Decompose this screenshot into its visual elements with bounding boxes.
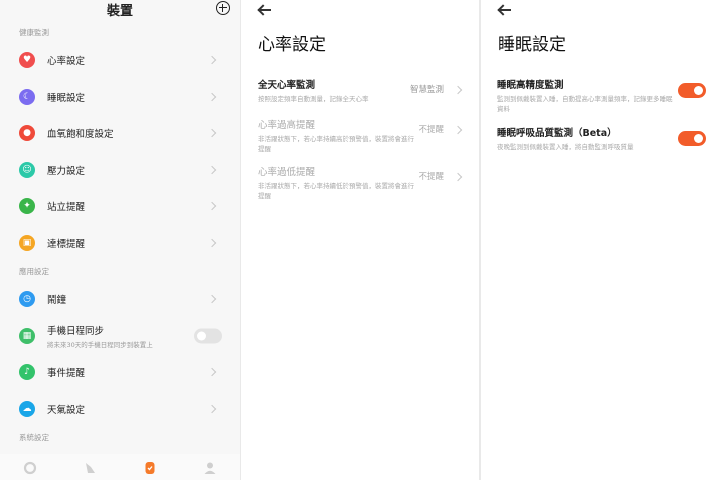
heart-rate-settings-screen: 心率設定 全天心率監測 按照設定頻率自動測量，記錄全天心率 智慧監測 心率過高提… — [241, 0, 479, 480]
section-label-health: 健康監測 — [19, 28, 49, 37]
row-all-day-heart-rate[interactable]: 全天心率監測 按照設定頻率自動測量，記錄全天心率 智慧監測 — [258, 77, 463, 104]
menu-item-alarm[interactable]: ◷ 鬧鐘 — [0, 281, 240, 318]
bell-icon: ♪ — [19, 364, 35, 381]
row-low-heart-rate-alert[interactable]: 心率過低提醒 非活躍狀態下，若心率持續低於預警值，裝置將會進行提醒 不提醒 — [258, 164, 463, 201]
goal-icon: ▣ — [19, 234, 35, 251]
chevron-right-icon — [207, 165, 217, 174]
device-screen: 裝置 健康監測 ♥ 心率設定 ☾ 睡眠設定 ● 血氧飽和度設定 ☺ 壓力設定 ✦… — [0, 0, 240, 480]
sleep-settings-screen: 睡眠設定 睡眠高精度監測 監測到佩戴裝置入睡，自動提高心率測量頻率，記錄更多睡眠… — [481, 0, 720, 480]
row-description: 監測到佩戴裝置入睡，自動提高心率測量頻率，記錄更多睡眠資料 — [497, 95, 673, 113]
menu-item-stand-reminder[interactable]: ✦ 站立提醒 — [0, 188, 240, 225]
row-sleep-breathing-quality: 睡眠呼吸品質監測（Beta） 夜晚監測到佩戴裝置入睡，將自動監測呼吸質量 — [497, 125, 706, 152]
row-label: 睡眠高精度監測 — [497, 80, 564, 91]
bottom-nav — [0, 454, 240, 480]
menu-item-label: 事件提醒 — [47, 368, 86, 380]
moon-icon: ☾ — [19, 88, 35, 105]
menu-item-label: 心率設定 — [47, 56, 86, 68]
menu-item-label: 天氣設定 — [47, 404, 86, 416]
add-device-button[interactable] — [216, 1, 230, 15]
menu-item-weather[interactable]: ☁ 天氣設定 — [0, 391, 240, 428]
nav-device-icon[interactable] — [143, 460, 157, 474]
menu-item-event-reminder[interactable]: ♪ 事件提醒 — [0, 354, 240, 391]
smile-icon: ☺ — [19, 161, 35, 178]
weather-icon: ☁ — [19, 400, 35, 417]
sleep-high-accuracy-toggle[interactable] — [678, 83, 706, 98]
chevron-right-icon — [207, 368, 217, 377]
alarm-icon: ◷ — [19, 291, 35, 308]
row-label: 睡眠呼吸品質監測（Beta） — [497, 128, 617, 139]
menu-item-label: 站立提醒 — [47, 202, 86, 214]
chevron-right-icon — [207, 92, 217, 101]
heart-icon: ♥ — [19, 52, 35, 69]
nav-workout-icon[interactable] — [83, 460, 97, 474]
nav-profile-icon[interactable] — [203, 460, 217, 474]
row-description: 非活躍狀態下，若心率持續高於預警值，裝置將會進行提醒 — [258, 135, 414, 153]
calendar-icon: ▦ — [19, 327, 35, 344]
menu-item-label: 達標提醒 — [47, 238, 86, 250]
chevron-right-icon — [207, 129, 217, 138]
menu-item-label: 血氧飽和度設定 — [47, 129, 114, 141]
menu-item-heart-rate[interactable]: ♥ 心率設定 — [0, 42, 240, 79]
nav-status-icon[interactable] — [23, 460, 37, 475]
calendar-sync-toggle[interactable] — [194, 328, 222, 344]
menu-item-label: 睡眠設定 — [47, 92, 86, 104]
chevron-right-icon — [207, 238, 217, 247]
row-value: 智慧監測 — [409, 85, 444, 95]
menu-item-label: 鬧鐘 — [47, 295, 67, 307]
menu-item-spo2[interactable]: ● 血氧飽和度設定 — [0, 115, 240, 152]
row-high-heart-rate-alert[interactable]: 心率過高提醒 非活躍狀態下，若心率持續高於預警值，裝置將會進行提醒 不提醒 — [258, 117, 463, 154]
chevron-right-icon — [207, 404, 217, 413]
back-arrow-icon[interactable] — [258, 9, 271, 11]
row-description: 非活躍狀態下，若心率持續低於預警值，裝置將會進行提醒 — [258, 182, 414, 200]
row-description: 按照設定頻率自動測量，記錄全天心率 — [258, 95, 369, 103]
row-value: 不提醒 — [418, 172, 444, 182]
person-standing-icon: ✦ — [19, 198, 35, 215]
row-value: 不提醒 — [418, 125, 444, 135]
section-label-system: 系統設定 — [19, 433, 49, 442]
back-arrow-icon[interactable] — [498, 9, 511, 11]
menu-item-sleep[interactable]: ☾ 睡眠設定 — [0, 79, 240, 116]
chevron-right-icon — [207, 56, 217, 65]
section-label-apps: 應用設定 — [19, 267, 49, 276]
menu-item-label: 手機日程同步 — [47, 325, 105, 337]
menu-item-label: 壓力設定 — [47, 165, 86, 177]
blood-drop-icon: ● — [19, 125, 35, 142]
chevron-right-icon — [207, 202, 217, 211]
row-description: 夜晚監測到佩戴裝置入睡，將自動監測呼吸質量 — [497, 143, 634, 151]
row-sleep-high-accuracy: 睡眠高精度監測 監測到佩戴裝置入睡，自動提高心率測量頻率，記錄更多睡眠資料 — [497, 77, 706, 114]
menu-item-calendar-sync: ▦ 手機日程同步 將未來30天的手機日程同步到裝置上 — [0, 318, 240, 355]
menu-item-goal-reminder[interactable]: ▣ 達標提醒 — [0, 225, 240, 262]
menu-item-description: 將未來30天的手機日程同步到裝置上 — [47, 340, 153, 349]
page-title: 心率設定 — [258, 35, 326, 55]
page-title: 裝置 — [106, 4, 133, 19]
menu-item-stress[interactable]: ☺ 壓力設定 — [0, 152, 240, 189]
chevron-right-icon — [207, 295, 217, 304]
page-title: 睡眠設定 — [498, 35, 566, 55]
device-header: 裝置 — [0, 0, 240, 22]
sleep-breathing-quality-toggle[interactable] — [678, 131, 706, 146]
